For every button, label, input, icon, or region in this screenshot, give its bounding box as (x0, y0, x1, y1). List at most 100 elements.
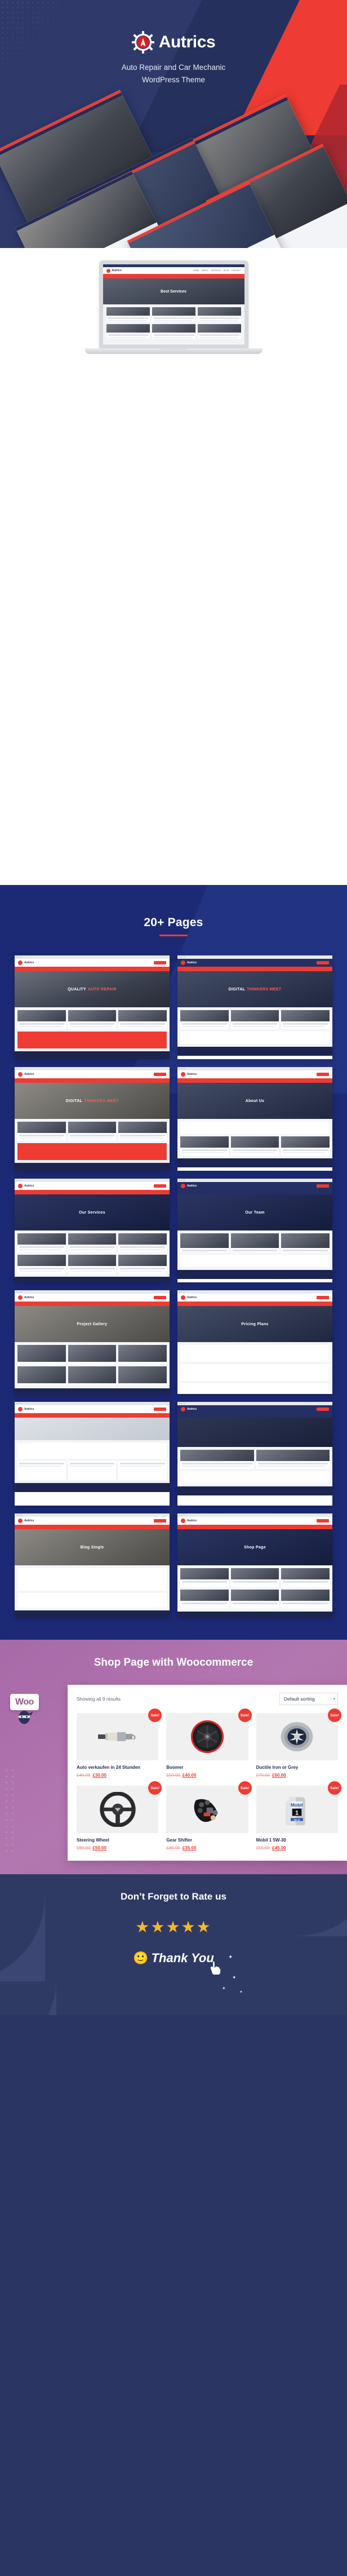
laptop-site-header: Autrics HOME ABOUT SERVICES BLOG CONTACT (103, 267, 244, 274)
product-name: Auto verkaufen in 24 Stunden (77, 1765, 140, 1770)
page-thumb-home-2[interactable]: Autrics DIGITAL THINKERS MEET (177, 955, 332, 1059)
steering-wheel-image (99, 1792, 136, 1827)
page-thumb-pricing[interactable]: Autrics Pricing Plans (177, 1290, 332, 1394)
page-thumb-home-1[interactable]: Autrics QUALITY AUTO REPAIR (15, 955, 170, 1059)
old-price: £40.00 (77, 1773, 91, 1778)
product-price: £50.00 £40.00 (166, 1773, 248, 1778)
shop-section-title: Shop Page with Woocommerce (94, 1657, 253, 1668)
product-image (256, 1713, 338, 1760)
laptop-card (152, 324, 195, 339)
star-rating[interactable]: ★★★★★ (0, 1919, 347, 1935)
laptop-notch (161, 348, 186, 351)
page-thumb-about[interactable]: Autrics About Us (177, 1067, 332, 1171)
laptop-logo-icon (106, 268, 110, 273)
rate-title: Don’t Forget to Rate us (121, 1891, 226, 1902)
thumb-map (15, 1418, 170, 1440)
old-price: £50.00 (166, 1773, 180, 1778)
sorting-select[interactable]: Default sorting ▾ (279, 1693, 338, 1705)
laptop-menu-item-contact[interactable]: CONTACT (232, 269, 241, 272)
page-thumb-gallery[interactable]: Autrics Project Gallery (15, 1290, 170, 1394)
shop-preview-panel: Showing all 9 results Default sorting ▾ … (68, 1685, 347, 1861)
thumb-headline: Blog Single (80, 1545, 104, 1550)
laptop-card (197, 307, 241, 322)
thumb-logo: Autrics (24, 1296, 34, 1299)
thumb-headline: QUALITY (68, 987, 86, 992)
thumb-headline-em: AUTO REPAIR (87, 987, 117, 992)
product-grid: Sale! Auto verkaufen in 24 Stunden £40.0… (77, 1709, 341, 1851)
hero-section: Autrics Auto Repair and Car Mechanic Wor… (0, 0, 347, 248)
laptop-content (103, 304, 244, 344)
product-name: Ductile Iron or Grey (256, 1765, 299, 1770)
page-thumb-blog[interactable]: Autrics (177, 1402, 332, 1506)
svg-text:1: 1 (295, 1810, 299, 1817)
thumb-logo: Autrics (24, 1519, 34, 1522)
product-card[interactable]: Sale! Steering Wheel £60.00 £50.00 (77, 1781, 162, 1851)
pages-section-title: 20+ Pages (144, 916, 203, 929)
shop-section: Shop Page with Woocommerce Woo Showing a… (0, 1640, 347, 1874)
thumb-headline: About Us (245, 1099, 265, 1103)
old-price: £55.00 (256, 1845, 270, 1851)
thumb-logo: Autrics (187, 1184, 197, 1188)
svg-text:Mobil: Mobil (291, 1802, 303, 1808)
hero-branding: Autrics Auto Repair and Car Mechanic Wor… (0, 0, 347, 86)
shop-toolbar: Showing all 9 results Default sorting ▾ (77, 1693, 338, 1705)
thumb-headline: DIGITAL (228, 987, 246, 992)
product-image (77, 1786, 159, 1833)
page-thumb-blog-single[interactable]: Autrics Blog Single (15, 1513, 170, 1617)
laptop-menu-item-services[interactable]: SERVICES (211, 269, 221, 272)
thumb-logo: Autrics (187, 1407, 197, 1411)
product-price: £60.00 £50.00 (77, 1845, 158, 1851)
product-name: Boomer (166, 1765, 184, 1770)
laptop-menu-item-home[interactable]: HOME (193, 269, 199, 272)
laptop-card-row-1 (106, 307, 241, 322)
product-price: £70.00 £60.00 (256, 1773, 338, 1778)
laptop-showcase-section: Autrics HOME ABOUT SERVICES BLOG CONTACT… (0, 248, 347, 885)
thumb-headline: Our Team (245, 1210, 265, 1215)
thank-you-text: Thank You (151, 1951, 214, 1965)
laptop-card (197, 324, 241, 339)
sparkle-icon: ✦ (228, 1954, 233, 1960)
thumb-logo: Autrics (187, 1519, 197, 1522)
laptop-menu-item-blog[interactable]: BLOG (224, 269, 229, 272)
thumb-headline: Project Gallery (77, 1322, 108, 1326)
logo-text: Autrics (158, 33, 216, 51)
page-thumb-contact[interactable]: Autrics (15, 1402, 170, 1506)
product-card[interactable]: Sale! Gear Shifter £45.00 £35.00 (166, 1781, 252, 1851)
product-card[interactable]: Sale! (166, 1709, 252, 1778)
product-card[interactable]: Sale! Mobil 1 5W-30 Mobil 1 5W-30 £55.00… (256, 1781, 341, 1851)
page-thumb-shop[interactable]: Autrics Shop Page (177, 1513, 332, 1617)
hero-tagline: Auto Repair and Car Mechanic WordPress T… (0, 61, 347, 86)
thumb-logo: Autrics (24, 961, 34, 964)
product-card[interactable]: Sale! (256, 1709, 341, 1778)
thumb-headline-em: THINKERS MEET (84, 1099, 119, 1103)
thumb-headline: DIGITAL (65, 1099, 83, 1103)
sparkle-icon: ✦ (239, 1990, 243, 1994)
thumb-logo: Autrics (187, 1073, 197, 1076)
screenshot-collage (0, 90, 347, 248)
laptop-menu-item-about[interactable]: ABOUT (202, 269, 208, 272)
laptop-menu: HOME ABOUT SERVICES BLOG CONTACT (193, 269, 241, 272)
product-card[interactable]: Sale! Auto verkaufen in 24 Stunden £40.0… (77, 1709, 162, 1778)
product-name: Gear Shifter (166, 1838, 193, 1843)
new-price: £60.00 (272, 1773, 286, 1778)
logo: Autrics (0, 31, 347, 54)
new-price: £45.00 (272, 1845, 286, 1851)
pages-grid: Autrics QUALITY AUTO REPAIR Autrics DIGIT… (0, 936, 347, 1617)
laptop-hero: Best Services (103, 278, 244, 304)
page-thumb-home-3[interactable]: Autrics DIGITAL THINKERS MEET (15, 1067, 170, 1171)
sale-badge: Sale! (327, 1781, 341, 1795)
product-image (166, 1713, 248, 1760)
thumb-headline-em: THINKERS MEET (247, 987, 282, 992)
clutch-plate-image (281, 1722, 313, 1751)
product-image (77, 1713, 159, 1760)
product-image (166, 1786, 248, 1833)
page-thumb-services[interactable]: Autrics Our Services (15, 1179, 170, 1282)
rate-section: Don’t Forget to Rate us ★★★★★ ✦ ✦ ✦ ✦ 🙂 T… (0, 1874, 347, 2015)
gear-shifter-image (194, 1799, 218, 1822)
page-thumb-team[interactable]: Autrics Our Team (177, 1179, 332, 1282)
thumb-logo: Autrics (187, 961, 197, 964)
laptop-card-row-2 (106, 324, 241, 339)
laptop-card (152, 307, 195, 322)
product-price: £55.00 £45.00 (256, 1845, 338, 1851)
old-price: £45.00 (166, 1845, 180, 1851)
